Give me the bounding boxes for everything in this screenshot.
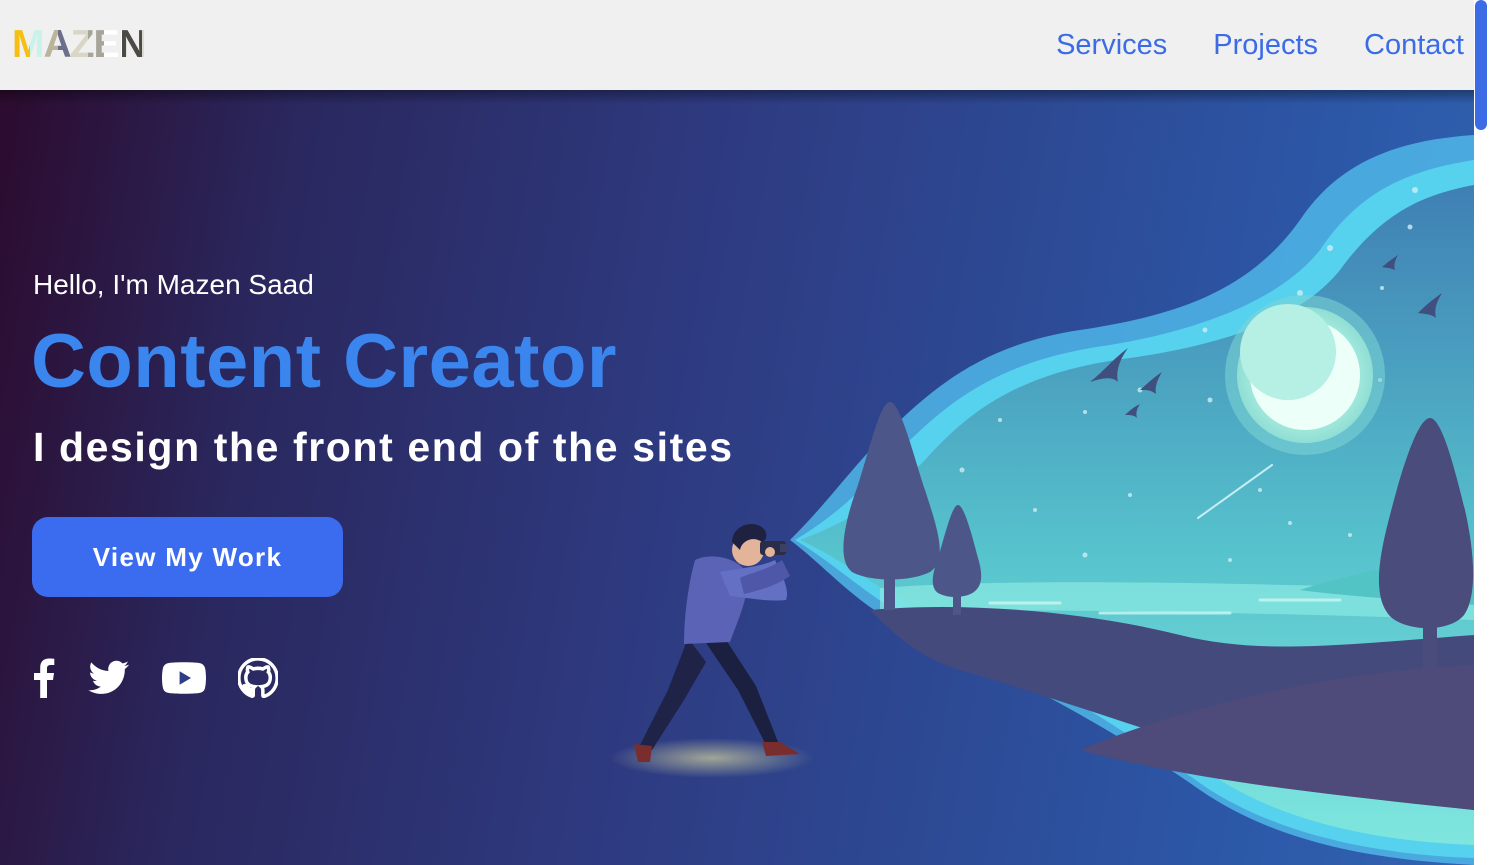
navbar: MAZEN Services Projects Contact bbox=[0, 0, 1474, 90]
navbar-shadow bbox=[0, 90, 1474, 104]
hero-subtitle: I design the front end of the sites bbox=[33, 424, 734, 470]
site-logo[interactable]: MAZEN bbox=[12, 26, 146, 64]
social-links bbox=[32, 658, 310, 698]
nav-links: Services Projects Contact bbox=[1056, 26, 1464, 64]
scrollbar-track[interactable] bbox=[1474, 0, 1489, 865]
nav-link-projects[interactable]: Projects bbox=[1213, 26, 1318, 64]
hero-section: Hello, I'm Mazen Saad Content Creator I … bbox=[0, 90, 1474, 865]
nav-link-contact[interactable]: Contact bbox=[1364, 26, 1464, 64]
youtube-icon[interactable] bbox=[162, 662, 206, 694]
hero-illustration bbox=[610, 135, 1474, 865]
twitter-icon[interactable] bbox=[88, 660, 130, 696]
github-icon[interactable] bbox=[238, 658, 278, 698]
view-my-work-button[interactable]: View My Work bbox=[32, 517, 343, 597]
photographer-figure bbox=[634, 523, 800, 762]
nav-link-services[interactable]: Services bbox=[1056, 26, 1167, 64]
facebook-icon[interactable] bbox=[32, 658, 56, 698]
hero-greeting: Hello, I'm Mazen Saad bbox=[33, 269, 314, 300]
scrollbar-thumb[interactable] bbox=[1475, 0, 1487, 130]
hero-headline: Content Creator bbox=[31, 319, 617, 404]
